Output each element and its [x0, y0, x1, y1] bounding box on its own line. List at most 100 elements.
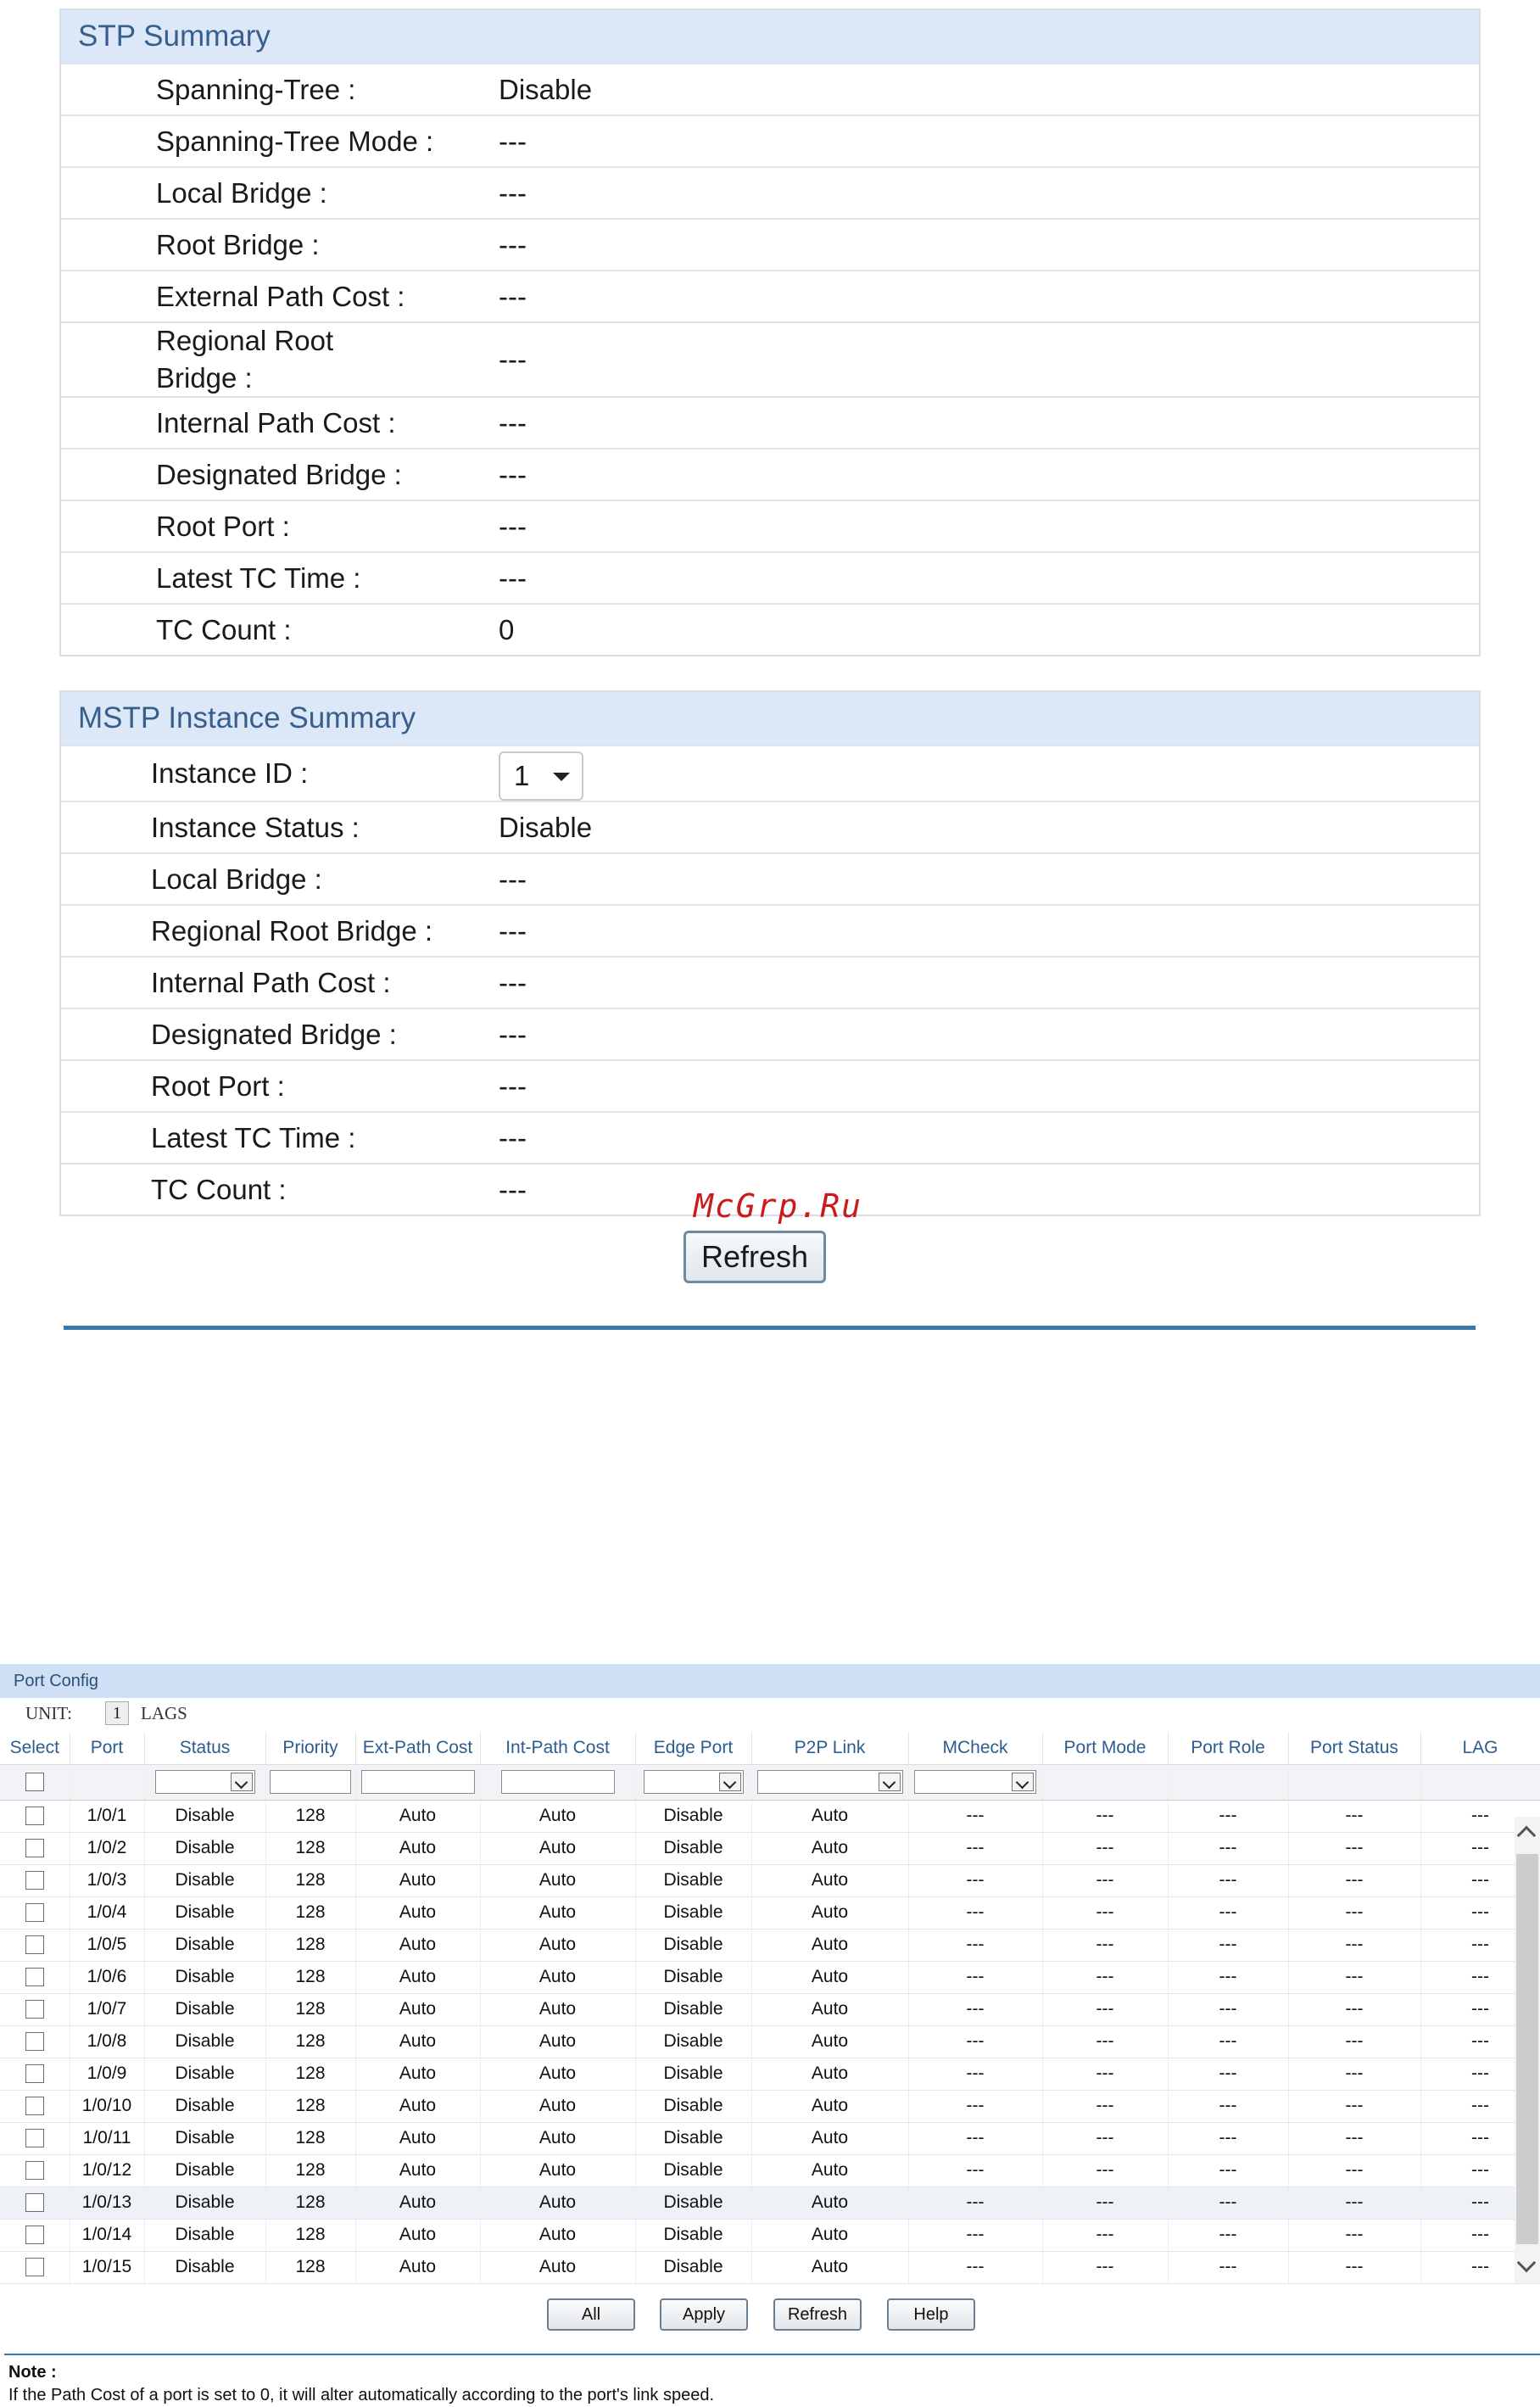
row-select-cell: [0, 2154, 70, 2187]
row-select-cell: [0, 2058, 70, 2091]
row-select-checkbox[interactable]: [25, 1871, 44, 1890]
cell-int-path-cost: Auto: [480, 2058, 636, 2091]
cell-mcheck: ---: [908, 2090, 1043, 2123]
cell-port-mode: ---: [1042, 2154, 1169, 2187]
cell-port-status: ---: [1288, 2122, 1421, 2155]
all-button[interactable]: All: [547, 2298, 635, 2331]
stp-row-value: ---: [499, 510, 527, 542]
table-row[interactable]: 1/0/3 Disable 128 Auto Auto Disable Auto --- ---…: [0, 1864, 1540, 1897]
lags-link[interactable]: LAGS: [141, 1703, 187, 1724]
refresh-button[interactable]: Refresh: [684, 1231, 826, 1283]
cell-ext-path-cost: Auto: [355, 1961, 481, 1994]
int-path-cost-filter-input[interactable]: [500, 1770, 615, 1794]
cell-ext-path-cost: Auto: [355, 1896, 481, 1930]
table-row[interactable]: 1/0/13 Disable 128 Auto Auto Disable Auto --- --…: [0, 2186, 1540, 2220]
chevron-down-icon: [230, 1773, 253, 1791]
cell-status: Disable: [144, 2122, 266, 2155]
cell-edge-port: Disable: [635, 2219, 752, 2252]
cell-port-mode: ---: [1042, 2025, 1169, 2058]
table-row[interactable]: 1/0/7 Disable 128 Auto Auto Disable Auto --- ---…: [0, 1993, 1540, 2026]
row-select-checkbox[interactable]: [25, 2129, 44, 2148]
row-select-checkbox[interactable]: [25, 1839, 44, 1858]
cell-p2p-link: Auto: [751, 1961, 909, 1994]
cell-ext-path-cost: Auto: [355, 2251, 481, 2284]
cell-mcheck: ---: [908, 2154, 1043, 2187]
instance-id-select[interactable]: 1: [499, 751, 583, 801]
row-select-checkbox[interactable]: [25, 2000, 44, 2019]
ext-path-cost-filter-input[interactable]: [360, 1770, 475, 1794]
table-row[interactable]: 1/0/5 Disable 128 Auto Auto Disable Auto --- ---…: [0, 1929, 1540, 1962]
table-row[interactable]: 1/0/12 Disable 128 Auto Auto Disable Auto --- --…: [0, 2154, 1540, 2187]
status-filter-select[interactable]: [154, 1770, 255, 1794]
cell-port-status: ---: [1288, 1800, 1421, 1833]
cell-edge-port: Disable: [635, 2058, 752, 2091]
row-select-checkbox[interactable]: [25, 2225, 44, 2245]
stp-row: Designated Bridge : ---: [61, 448, 1479, 500]
row-select-checkbox[interactable]: [25, 1807, 44, 1826]
cell-mcheck: ---: [908, 2058, 1043, 2091]
table-row[interactable]: 1/0/14 Disable 128 Auto Auto Disable Auto --- --…: [0, 2219, 1540, 2252]
mstp-row-label: Internal Path Cost :: [151, 966, 391, 998]
stp-row-value: ---: [499, 561, 527, 594]
table-row[interactable]: 1/0/11 Disable 128 Auto Auto Disable Auto --- --…: [0, 2122, 1540, 2155]
cell-edge-port: Disable: [635, 1993, 752, 2026]
row-select-cell: [0, 1896, 70, 1930]
cell-port-status: ---: [1288, 2154, 1421, 2187]
edge-port-filter-select[interactable]: [643, 1770, 744, 1794]
cell-port-status: ---: [1288, 2186, 1421, 2220]
cell-status: Disable: [144, 2025, 266, 2058]
select-all-checkbox[interactable]: [25, 1773, 44, 1792]
mstp-row: Internal Path Cost : ---: [61, 956, 1479, 1008]
row-select-checkbox[interactable]: [25, 2258, 44, 2277]
mcheck-filter-select[interactable]: [914, 1770, 1036, 1794]
stp-row-label: Designated Bridge :: [156, 458, 402, 490]
apply-button[interactable]: Apply: [660, 2298, 748, 2331]
row-select-checkbox[interactable]: [25, 2161, 44, 2181]
cell-port-mode: ---: [1042, 1864, 1169, 1897]
table-row[interactable]: 1/0/9 Disable 128 Auto Auto Disable Auto --- ---…: [0, 2058, 1540, 2091]
instance-id-value: 1: [514, 760, 530, 791]
cell-priority: 128: [265, 1929, 356, 1962]
table-row[interactable]: 1/0/6 Disable 128 Auto Auto Disable Auto --- ---…: [0, 1961, 1540, 1994]
row-select-checkbox[interactable]: [25, 1903, 44, 1923]
cell-edge-port: Disable: [635, 1800, 752, 1833]
table-row[interactable]: 1/0/10 Disable 128 Auto Auto Disable Auto --- --…: [0, 2090, 1540, 2123]
row-select-checkbox[interactable]: [25, 2064, 44, 2084]
p2p-link-filter-select[interactable]: [756, 1770, 903, 1794]
chevron-up-icon[interactable]: [1516, 1825, 1537, 1846]
row-select-checkbox[interactable]: [25, 2193, 44, 2213]
cell-port-status: ---: [1288, 1864, 1421, 1897]
refresh-table-button[interactable]: Refresh: [773, 2298, 862, 2331]
cell-priority: 128: [265, 2090, 356, 2123]
table-row[interactable]: 1/0/4 Disable 128 Auto Auto Disable Auto --- ---…: [0, 1896, 1540, 1930]
mstp-row-value: ---: [499, 1173, 527, 1205]
row-select-checkbox[interactable]: [25, 2097, 44, 2116]
chevron-down-icon[interactable]: [1516, 2253, 1537, 2273]
help-button[interactable]: Help: [887, 2298, 975, 2331]
col-header-port-mode: Port Mode: [1042, 1732, 1169, 1765]
scrollbar-thumb[interactable]: [1516, 1854, 1538, 2244]
row-select-checkbox[interactable]: [25, 1968, 44, 1987]
cell-port-role: ---: [1168, 1961, 1289, 1994]
cell-mcheck: ---: [908, 1961, 1043, 1994]
cell-edge-port: Disable: [635, 1864, 752, 1897]
priority-filter-input[interactable]: [270, 1770, 351, 1794]
table-row[interactable]: 1/0/15 Disable 128 Auto Auto Disable Auto --- --…: [0, 2251, 1540, 2284]
cell-mcheck: ---: [908, 2251, 1043, 2284]
table-row[interactable]: 1/0/8 Disable 128 Auto Auto Disable Auto --- ---…: [0, 2025, 1540, 2058]
cell-priority: 128: [265, 1896, 356, 1930]
col-header-mcheck: MCheck: [908, 1732, 1043, 1765]
row-select-checkbox[interactable]: [25, 1935, 44, 1955]
unit-selector[interactable]: 1: [105, 1701, 129, 1725]
cell-port-status: ---: [1288, 1896, 1421, 1930]
cell-port: 1/0/7: [70, 1993, 145, 2026]
stp-row-label: External Path Cost :: [156, 280, 405, 312]
cell-port: 1/0/3: [70, 1864, 145, 1897]
table-scrollbar[interactable]: [1515, 1817, 1540, 2283]
table-row[interactable]: 1/0/1 Disable 128 Auto Auto Disable Auto --- ---…: [0, 1800, 1540, 1833]
row-select-cell: [0, 2251, 70, 2284]
table-row[interactable]: 1/0/2 Disable 128 Auto Auto Disable Auto --- ---…: [0, 1832, 1540, 1865]
table-header-row: Select Port Status Priority Ext-Path Cos…: [0, 1732, 1540, 1765]
row-select-checkbox[interactable]: [25, 2032, 44, 2052]
cell-port: 1/0/8: [70, 2025, 145, 2058]
